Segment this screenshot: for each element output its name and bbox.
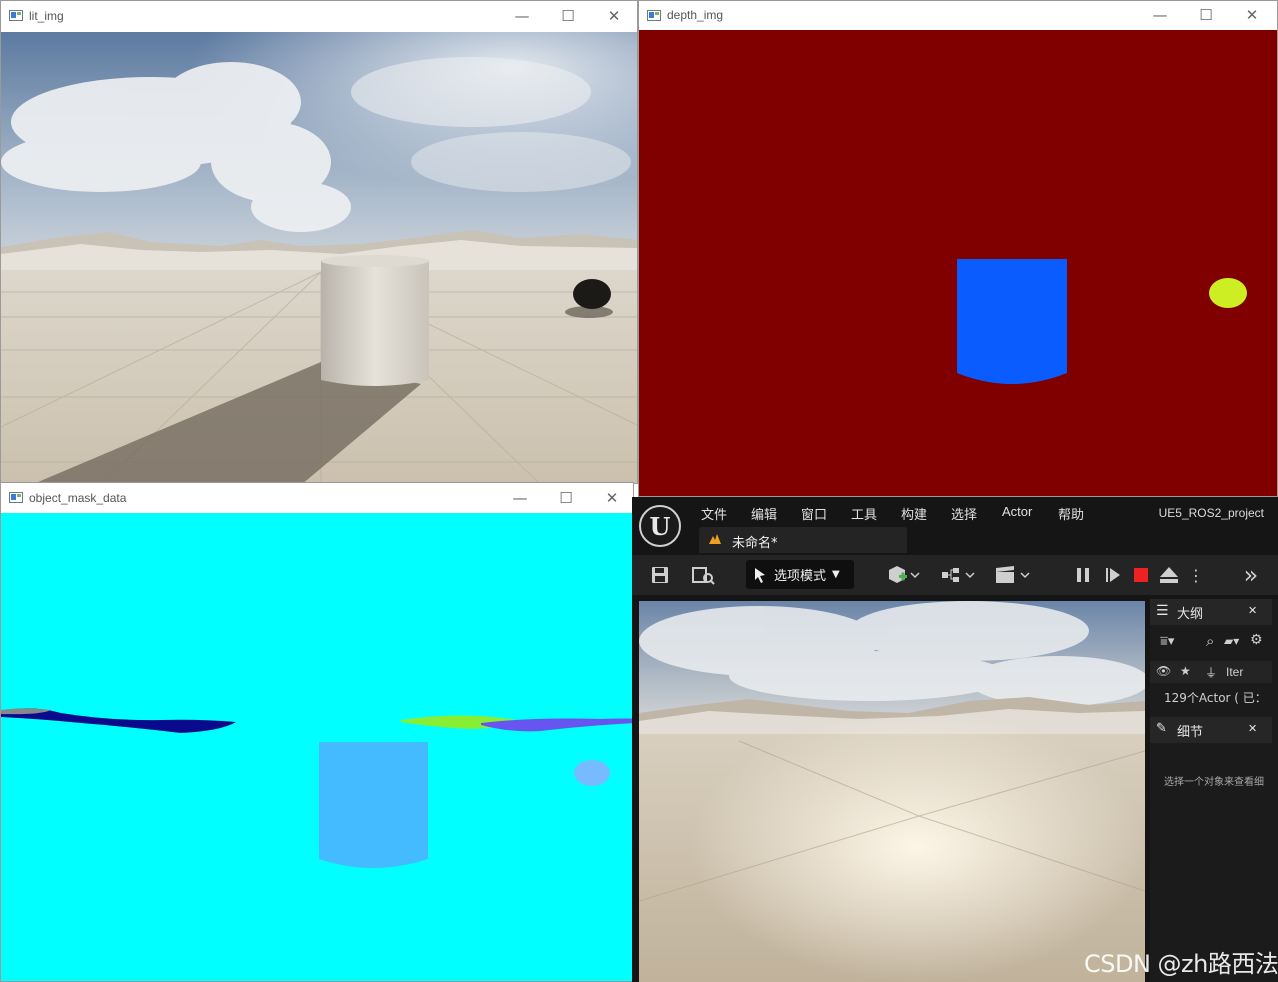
minimize-button[interactable]: — <box>1137 1 1183 29</box>
level-viewport[interactable] <box>639 601 1145 982</box>
outliner-title: 大纲 <box>1177 607 1204 622</box>
filter-icon[interactable]: ⩸▾ <box>1160 634 1174 649</box>
app-icon <box>9 492 23 503</box>
eye-icon[interactable]: 👁 <box>1156 664 1171 678</box>
watermark: CSDN @zh路西法 <box>1084 950 1278 978</box>
pencil-icon: ✎ <box>1156 721 1167 736</box>
folder-add-icon[interactable]: ▰▾ <box>1224 634 1239 648</box>
menu-build[interactable]: 构建 <box>901 504 927 523</box>
lit-scene-image <box>1 32 637 483</box>
pin-icon[interactable]: ⏚ <box>1205 664 1217 681</box>
more-options-icon[interactable]: ⋮ <box>1188 561 1204 589</box>
level-tab-label: 未命名* <box>732 536 778 551</box>
save-icon[interactable] <box>648 561 672 589</box>
depth-img-window: depth_img — ☐ ✕ <box>638 0 1278 497</box>
outliner-filter-row: ⩸▾ ⌕ ▰▾ ⚙ <box>1150 629 1272 655</box>
menu-actor[interactable]: Actor <box>1002 504 1032 519</box>
menu-file[interactable]: 文件 <box>701 504 727 523</box>
details-tab[interactable]: ✎ 细节 ✕ <box>1150 717 1272 743</box>
selection-mode-label: 选项模式 <box>774 569 827 584</box>
main-toolbar: 选项模式 ▼ ⋮ » <box>632 555 1278 595</box>
menu-edit[interactable]: 编辑 <box>751 504 777 523</box>
outliner-icon: ☰ <box>1156 603 1169 619</box>
star-icon[interactable]: ★ <box>1180 664 1191 678</box>
blueprint-button[interactable] <box>940 561 978 589</box>
actor-count: 129个Actor ( 已： <box>1164 691 1267 705</box>
menu-window[interactable]: 窗口 <box>801 504 827 523</box>
object-mask-window: object_mask_data — ☐ ✕ <box>0 482 634 982</box>
app-icon <box>647 9 661 21</box>
minimize-button[interactable]: — <box>497 483 543 512</box>
menu-tools[interactable]: 工具 <box>851 504 877 523</box>
unreal-editor-window: 文件 编辑 窗口 工具 构建 选择 Actor 帮助 UE5_ROS2_proj… <box>632 497 1278 982</box>
add-actor-button[interactable] <box>886 561 922 589</box>
side-panels: ☰ 大纲 ✕ ⩸▾ ⌕ ▰▾ ⚙ 👁 ★ ⏚ Iter 129个Actor ( … <box>1150 599 1278 982</box>
step-forward-icon[interactable] <box>1102 561 1124 589</box>
pause-icon[interactable] <box>1072 561 1094 589</box>
search-icon[interactable]: ⌕ <box>1206 632 1214 650</box>
outliner-column-header: 👁 ★ ⏚ Iter <box>1150 661 1272 683</box>
close-button[interactable]: ✕ <box>1229 1 1275 29</box>
close-icon[interactable]: ✕ <box>1248 604 1257 617</box>
close-icon[interactable]: ✕ <box>1248 722 1257 735</box>
lit-img-window: lit_img — ☐ ✕ <box>0 0 638 484</box>
level-tab[interactable]: 未命名* <box>699 527 907 553</box>
eject-icon[interactable] <box>1157 561 1181 589</box>
content-browser-icon[interactable] <box>690 561 718 589</box>
menu-select[interactable]: 选择 <box>951 504 977 523</box>
menu-bar: 文件 编辑 窗口 工具 构建 选择 Actor 帮助 UE5_ROS2_proj… <box>632 497 1278 527</box>
viewport-scene-image <box>639 601 1145 982</box>
selection-mode-dropdown[interactable]: 选项模式 ▼ <box>746 560 854 589</box>
cinematics-button[interactable] <box>994 561 1034 589</box>
maximize-button[interactable]: ☐ <box>545 1 591 30</box>
depth-image-view <box>639 30 1277 496</box>
mask-scene-image <box>1 513 633 981</box>
expand-toolbar-icon[interactable]: » <box>1236 561 1266 589</box>
lit-image-view <box>1 32 637 483</box>
outliner-tab[interactable]: ☰ 大纲 ✕ <box>1150 599 1272 625</box>
unreal-logo-icon[interactable]: U <box>639 505 681 547</box>
item-label-column[interactable]: Iter <box>1226 665 1243 679</box>
level-icon <box>709 534 721 544</box>
minimize-button[interactable]: — <box>499 1 545 30</box>
cursor-icon <box>755 567 765 583</box>
depth-scene-image <box>639 30 1277 496</box>
project-name: UE5_ROS2_project <box>1158 506 1264 520</box>
details-hint: 选择一个对象来查看细 <box>1164 777 1264 788</box>
menu-help[interactable]: 帮助 <box>1058 504 1084 523</box>
close-button[interactable]: ✕ <box>591 1 637 30</box>
stop-icon[interactable] <box>1131 561 1151 589</box>
details-title: 细节 <box>1177 725 1204 740</box>
mask-image-view <box>1 513 633 981</box>
maximize-button[interactable]: ☐ <box>1183 1 1229 29</box>
window-title: depth_img <box>667 8 724 22</box>
window-title: object_mask_data <box>29 490 127 505</box>
gear-icon[interactable]: ⚙ <box>1250 632 1263 648</box>
window-title: lit_img <box>29 8 64 23</box>
chevron-down-icon: ▼ <box>832 569 840 580</box>
maximize-button[interactable]: ☐ <box>543 483 589 512</box>
close-button[interactable]: ✕ <box>589 483 633 512</box>
app-icon <box>9 10 23 21</box>
